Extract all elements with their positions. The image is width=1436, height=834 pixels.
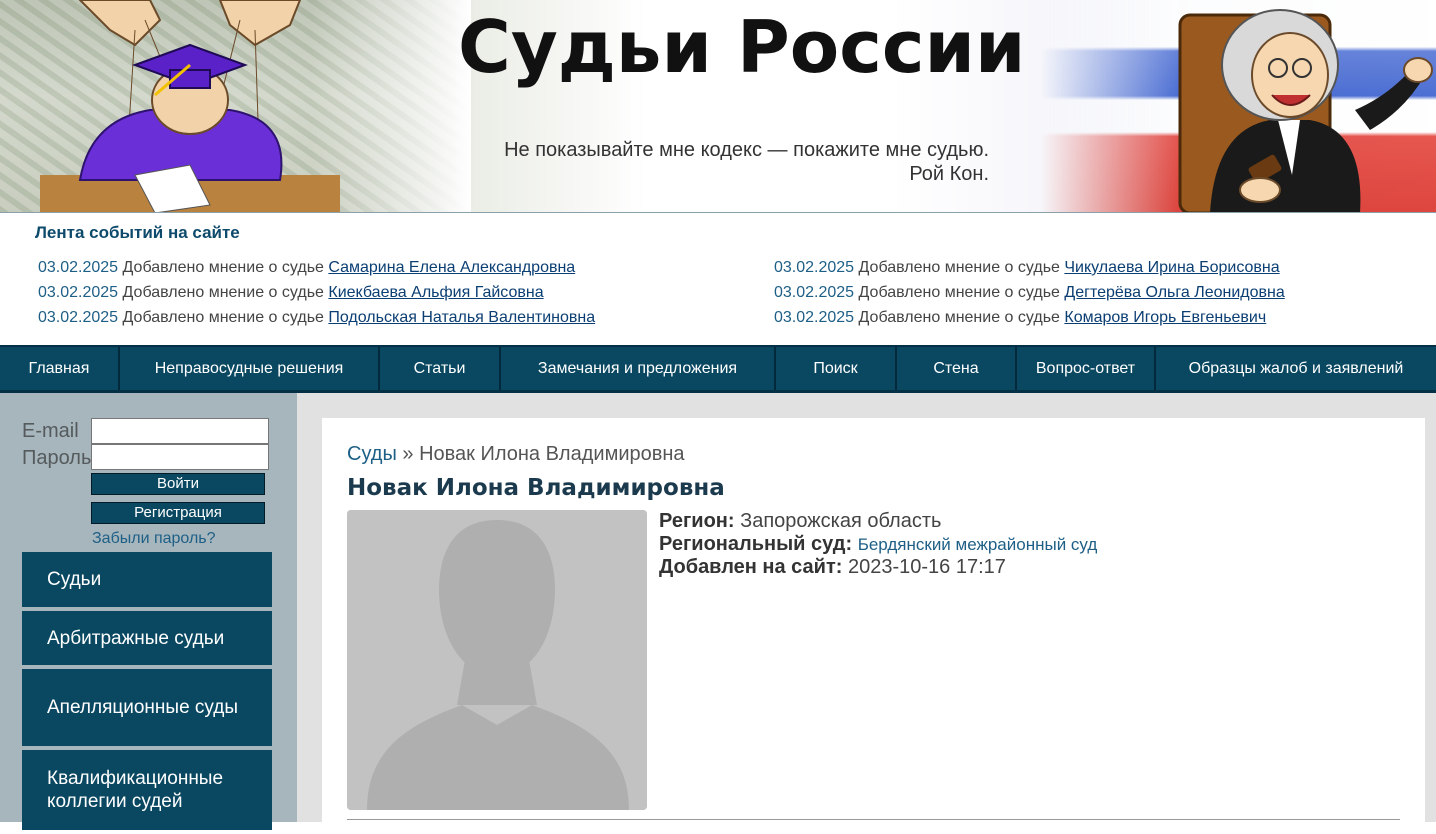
feed-text: Добавлено мнение о судье <box>858 309 1060 326</box>
sidebar-item-appeal-courts[interactable]: Апелляционные суды <box>22 669 272 746</box>
feed-date: 03.02.2025 <box>38 284 119 301</box>
breadcrumb-separator: » <box>402 443 414 465</box>
judge-illustration <box>1178 9 1433 212</box>
content-divider <box>347 819 1400 820</box>
quote-author: Рой Кон. <box>909 163 989 185</box>
feed-item: 03.02.2025 Добавлено мнение о судье Сама… <box>38 255 595 280</box>
feed-judge-link[interactable]: Дегтерёва Ольга Леонидовна <box>1064 284 1284 301</box>
page-title: Новак Илона Владимировна <box>347 475 725 501</box>
main-nav: Главная Неправосудные решения Статьи Зам… <box>0 345 1436 393</box>
feed-judge-link[interactable]: Чикулаева Ирина Борисовна <box>1064 259 1279 276</box>
nav-item-faq[interactable]: Вопрос-ответ <box>1017 347 1156 390</box>
feed-text: Добавлено мнение о судье <box>122 284 324 301</box>
sidebar-item-arbitration-judges[interactable]: Арбитражные судьи <box>22 611 272 665</box>
court-link[interactable]: Бердянский межрайонный суд <box>858 535 1098 554</box>
feed-column-left: 03.02.2025 Добавлено мнение о судье Сама… <box>38 255 595 330</box>
feed-item: 03.02.2025 Добавлено мнение о судье Киек… <box>38 280 595 305</box>
left-sidebar: E-mail Пароль Войти Регистрация Забыли п… <box>0 393 297 830</box>
region-value: Запорожская область <box>740 510 942 532</box>
feed-judge-link[interactable]: Самарина Елена Александровна <box>328 259 575 276</box>
sidebar-item-judges[interactable]: Судьи <box>22 552 272 607</box>
password-label: Пароль <box>22 447 92 469</box>
region-label: Регион: <box>659 510 735 532</box>
feed-text: Добавлено мнение о судье <box>858 259 1060 276</box>
quote-text: Не показывайте мне кодекс — покажите мне… <box>504 139 989 161</box>
feed-item: 03.02.2025 Добавлено мнение о судье Дегт… <box>774 280 1285 305</box>
email-label: E-mail <box>22 420 79 442</box>
feed-date: 03.02.2025 <box>774 259 855 276</box>
feed-column-right: 03.02.2025 Добавлено мнение о судье Чику… <box>774 255 1285 330</box>
register-button[interactable]: Регистрация <box>91 502 265 524</box>
added-label: Добавлен на сайт: <box>659 556 843 578</box>
puppet-master-illustration <box>40 0 340 212</box>
breadcrumb: Суды » Новак Илона Владимировна <box>347 443 685 466</box>
feed-text: Добавлено мнение о судье <box>858 284 1060 301</box>
court-label: Региональный суд: <box>659 533 853 555</box>
nav-item-articles[interactable]: Статьи <box>380 347 501 390</box>
judge-photo-placeholder <box>347 510 647 810</box>
court-row: Региональный суд: Бердянский межрайонный… <box>659 533 1097 556</box>
breadcrumb-current: Новак Илона Владимировна <box>419 443 685 465</box>
site-banner: Судьи России Не показывайте мне кодекс —… <box>0 0 1436 213</box>
feed-text: Добавлено мнение о судье <box>122 309 324 326</box>
feed-judge-link[interactable]: Комаров Игорь Евгеньевич <box>1064 309 1266 326</box>
header-quote: Не показывайте мне кодекс — покажите мне… <box>504 138 989 186</box>
nav-item-templates[interactable]: Образцы жалоб и заявлений <box>1156 347 1436 390</box>
nav-item-feedback[interactable]: Замечания и предложения <box>501 347 776 390</box>
nav-item-search[interactable]: Поиск <box>776 347 897 390</box>
feed-judge-link[interactable]: Подольская Наталья Валентиновна <box>328 309 595 326</box>
feed-judge-link[interactable]: Киекбаева Альфия Гайсовна <box>328 284 543 301</box>
added-value: 2023-10-16 17:17 <box>847 556 1006 578</box>
feed-text: Добавлено мнение о судье <box>122 259 324 276</box>
login-button[interactable]: Войти <box>91 473 265 495</box>
events-feed: Лента событий на сайте 03.02.2025 Добавл… <box>0 213 1436 345</box>
sidebar-item-qualification-boards[interactable]: Квалификационные коллегии судей <box>22 750 272 830</box>
breadcrumb-courts-link[interactable]: Суды <box>347 443 397 465</box>
nav-item-unjust-decisions[interactable]: Неправосудные решения <box>120 347 380 390</box>
email-field[interactable] <box>91 418 269 444</box>
feed-item: 03.02.2025 Добавлено мнение о судье Кома… <box>774 305 1285 330</box>
judge-info: Регион: Запорожская область Региональный… <box>659 510 1097 579</box>
forgot-password-link[interactable]: Забыли пароль? <box>92 530 216 548</box>
feed-date: 03.02.2025 <box>774 284 855 301</box>
feed-date: 03.02.2025 <box>38 259 119 276</box>
added-row: Добавлен на сайт: 2023-10-16 17:17 <box>659 556 1097 579</box>
feed-date: 03.02.2025 <box>38 309 119 326</box>
feed-title: Лента событий на сайте <box>35 223 240 242</box>
feed-item: 03.02.2025 Добавлено мнение о судье Чику… <box>774 255 1285 280</box>
site-title: Судьи России <box>458 5 1026 89</box>
sidebar-menu: Судьи Арбитражные судьи Апелляционные су… <box>22 552 272 834</box>
nav-item-wall[interactable]: Стена <box>897 347 1017 390</box>
nav-item-home[interactable]: Главная <box>0 347 120 390</box>
password-field[interactable] <box>91 444 269 470</box>
feed-date: 03.02.2025 <box>774 309 855 326</box>
person-silhouette-icon <box>347 510 647 810</box>
region-row: Регион: Запорожская область <box>659 510 1097 533</box>
feed-item: 03.02.2025 Добавлено мнение о судье Подо… <box>38 305 595 330</box>
